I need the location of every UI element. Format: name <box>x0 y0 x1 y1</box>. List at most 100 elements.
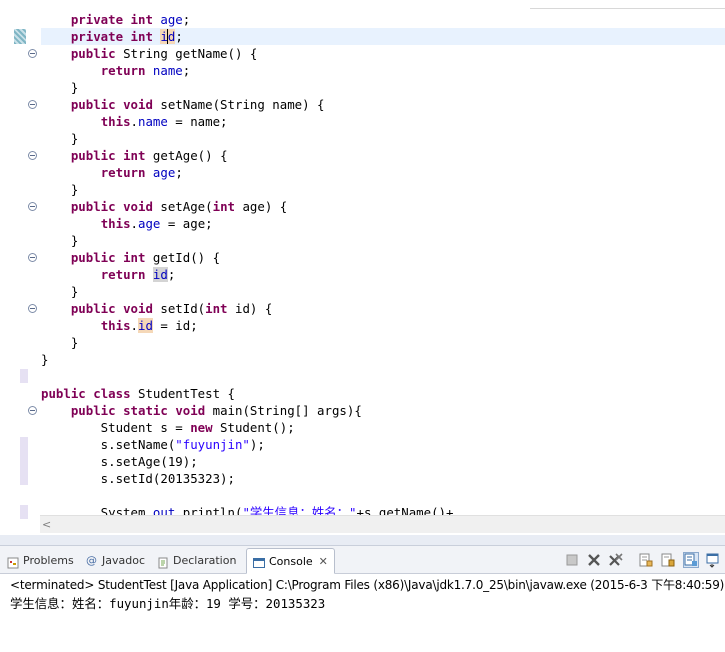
code-token: ; <box>182 63 191 78</box>
code-line[interactable]: public void setId(int id) { <box>41 300 272 317</box>
collapse-icon[interactable] <box>28 100 37 109</box>
code-token: int <box>130 29 153 44</box>
tab-problems[interactable]: Problems <box>7 550 74 571</box>
code-line[interactable]: } <box>41 334 78 351</box>
collapse-icon[interactable] <box>28 202 37 211</box>
code-token: ; <box>167 267 176 282</box>
code-line[interactable]: s.setAge(19); <box>41 453 198 470</box>
annotation-ruler <box>4 0 28 519</box>
code-line[interactable]: } <box>41 351 48 368</box>
code-token: public <box>70 301 116 316</box>
code-line[interactable]: } <box>41 232 78 249</box>
terminate-icon[interactable] <box>564 552 580 568</box>
code-token: name <box>138 114 168 129</box>
console-icon <box>253 555 265 568</box>
tab-javadoc[interactable]: @ Javadoc <box>86 550 145 571</box>
collapse-icon[interactable] <box>28 151 37 160</box>
code-token: age <box>152 165 176 180</box>
code-line[interactable]: public String getName() { <box>41 45 258 62</box>
horizontal-scrollbar[interactable]: < <box>40 515 725 533</box>
scroll-lock-icon[interactable] <box>660 552 676 568</box>
code-line[interactable]: return name; <box>41 62 191 79</box>
collapse-icon[interactable] <box>28 49 37 58</box>
tab-declaration[interactable]: Declaration <box>157 550 236 571</box>
code-line[interactable]: } <box>41 181 78 198</box>
code-token: ); <box>249 437 265 452</box>
code-token: age <box>138 216 161 231</box>
code-line[interactable]: } <box>41 79 78 96</box>
code-line[interactable]: this.age = age; <box>41 215 213 232</box>
code-token: ; <box>175 29 183 44</box>
tab-console[interactable]: Console ✕ <box>246 548 335 574</box>
scroll-left-icon[interactable]: < <box>42 516 51 533</box>
code-token: private <box>70 12 124 27</box>
code-token: "fuyunjin" <box>175 437 250 452</box>
breakpoint-marker[interactable] <box>14 29 26 44</box>
code-editor[interactable]: private int age; private int id; public … <box>0 0 725 535</box>
code-token: s.setName( <box>41 437 176 452</box>
editor-tab-strip <box>530 0 725 9</box>
code-line[interactable]: s.setName("fuyunjin"); <box>41 436 265 453</box>
code-line[interactable]: s.setId(20135323); <box>41 470 235 487</box>
code-token: ; <box>175 165 183 180</box>
code-token: id) { <box>227 301 273 316</box>
code-token: . <box>130 114 138 129</box>
remove-all-terminated-icon[interactable] <box>608 552 624 568</box>
code-token: return <box>100 267 146 282</box>
code-token: void <box>123 301 153 316</box>
code-line[interactable]: private int age; <box>41 11 190 28</box>
console-output[interactable]: 学生信息：姓名：fuyunjin年龄：19 学号：20135323 <box>10 594 325 612</box>
code-line[interactable]: public void setAge(int age) { <box>41 198 287 215</box>
code-token: private <box>70 29 124 44</box>
code-line[interactable]: private int id; <box>41 28 183 45</box>
tab-label: Console <box>269 554 313 568</box>
code-line[interactable]: return age; <box>41 164 183 181</box>
code-line[interactable]: } <box>41 283 78 300</box>
code-token: } <box>41 335 79 350</box>
collapse-icon[interactable] <box>28 304 37 313</box>
code-line[interactable]: public int getAge() { <box>41 147 228 164</box>
pin-console-icon[interactable] <box>683 552 699 568</box>
code-line[interactable]: return id; <box>41 266 175 283</box>
display-selected-console-icon[interactable] <box>705 552 721 568</box>
code-token: id <box>138 318 153 333</box>
code-token: this <box>100 114 131 129</box>
code-token: new <box>190 420 213 435</box>
code-token: = id; <box>152 318 198 333</box>
code-token: String getName() { <box>115 46 258 61</box>
code-line[interactable]: } <box>41 130 78 147</box>
code-token: age) { <box>235 199 288 214</box>
code-token: Student(); <box>212 420 295 435</box>
code-token: id <box>160 29 176 44</box>
code-line[interactable]: Student s = new Student(); <box>41 419 295 436</box>
collapse-icon[interactable] <box>28 253 37 262</box>
problems-icon <box>7 555 19 568</box>
code-token: } <box>41 182 79 197</box>
code-line[interactable]: this.id = id; <box>41 317 198 334</box>
clear-console-icon[interactable] <box>638 552 654 568</box>
code-line[interactable]: public void setName(String name) { <box>41 96 325 113</box>
code-line[interactable]: public int getId() { <box>41 249 220 266</box>
view-separator[interactable] <box>0 535 725 545</box>
collapse-icon[interactable] <box>28 406 37 415</box>
code-line[interactable]: public class StudentTest { <box>41 385 235 402</box>
code-line[interactable]: this.name = name; <box>41 113 228 130</box>
tab-label: Declaration <box>173 554 237 567</box>
remove-launch-icon[interactable] <box>586 552 602 568</box>
code-token: int <box>123 250 146 265</box>
code-line[interactable]: public static void main(String[] args){ <box>41 402 362 419</box>
close-icon[interactable]: ✕ <box>319 551 328 572</box>
code-token: void <box>123 199 153 214</box>
